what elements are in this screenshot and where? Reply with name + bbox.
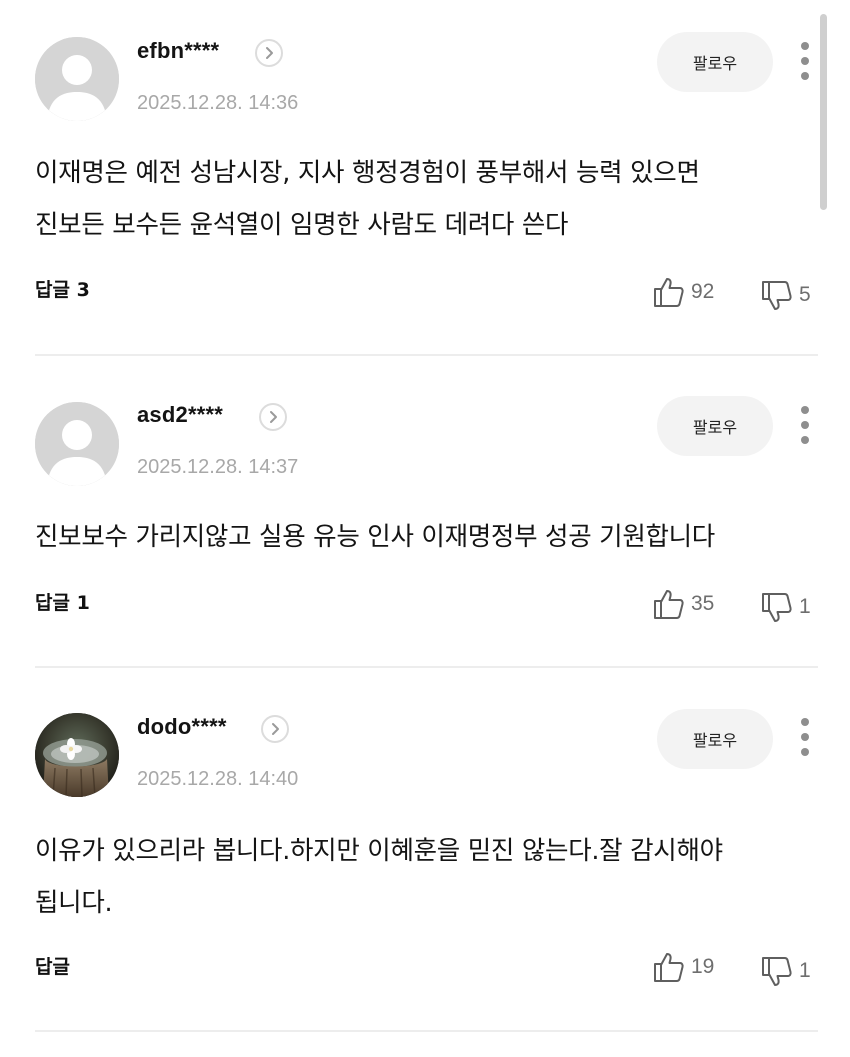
dislike-count: 1 [799, 595, 811, 618]
profile-link-button[interactable] [255, 39, 283, 67]
more-options-button[interactable] [796, 40, 814, 84]
scrollbar[interactable] [820, 14, 827, 210]
like-count: 92 [691, 280, 715, 303]
divider [35, 354, 818, 356]
like-button[interactable]: 92 [652, 275, 714, 309]
comment-text: 이재명은 예전 성남시장, 지사 행정경험이 풍부해서 능력 있으면 진보든 보… [35, 158, 700, 240]
profile-link-button[interactable] [259, 403, 287, 431]
like-button[interactable]: 35 [652, 587, 714, 621]
default-avatar-icon [35, 37, 119, 121]
follow-button[interactable]: 팔로우 [657, 32, 773, 92]
timestamp: 2025.12.28. 14:37 [137, 456, 299, 478]
username[interactable]: asd2**** [137, 402, 223, 428]
thumbs-up-icon [654, 590, 684, 619]
default-avatar-icon [35, 402, 119, 486]
dislike-button[interactable]: 5 [760, 278, 811, 312]
dislike-count: 1 [799, 959, 811, 982]
comment-text: 이유가 있으리라 봅니다.하지만 이혜훈을 믿진 않는다.잘 감시해야 됩니다. [35, 836, 723, 918]
like-count: 35 [691, 592, 715, 615]
chevron-right-icon [270, 411, 277, 423]
like-button[interactable]: 19 [652, 950, 714, 984]
vertical-dots-icon [801, 406, 809, 414]
dislike-count: 5 [799, 283, 811, 306]
thumbs-down-icon [762, 957, 792, 986]
profile-link-button[interactable] [261, 715, 289, 743]
thumbs-down-icon [762, 593, 792, 622]
comment-text: 진보보수 가리지않고 실용 유능 인사 이재명정부 성공 기원합니다 [35, 522, 715, 552]
dislike-button[interactable]: 1 [760, 590, 811, 624]
thumbs-up-icon [654, 278, 684, 307]
thumbs-up-icon [654, 953, 684, 982]
avatar[interactable] [35, 713, 119, 797]
vertical-dots-icon [801, 42, 809, 50]
timestamp: 2025.12.28. 14:36 [137, 92, 299, 114]
avatar[interactable] [35, 402, 119, 486]
thumbs-down-icon [762, 281, 792, 310]
chevron-right-icon [266, 47, 273, 59]
username[interactable]: efbn**** [137, 38, 219, 64]
reply-button[interactable]: 답글 3 [35, 275, 90, 302]
avatar[interactable] [35, 37, 119, 121]
vertical-dots-icon [801, 718, 809, 726]
flower-photo-avatar-icon [35, 713, 119, 797]
reply-button[interactable]: 답글 [35, 952, 70, 979]
follow-button[interactable]: 팔로우 [657, 396, 773, 456]
follow-button[interactable]: 팔로우 [657, 709, 773, 769]
more-options-button[interactable] [796, 716, 814, 760]
divider [35, 1030, 818, 1032]
divider [35, 666, 818, 668]
timestamp: 2025.12.28. 14:40 [137, 768, 299, 790]
username[interactable]: dodo**** [137, 714, 227, 740]
more-options-button[interactable] [796, 404, 814, 448]
dislike-button[interactable]: 1 [760, 954, 811, 988]
like-count: 19 [691, 955, 715, 978]
reply-button[interactable]: 답글 1 [35, 588, 90, 615]
chevron-right-icon [272, 723, 279, 735]
